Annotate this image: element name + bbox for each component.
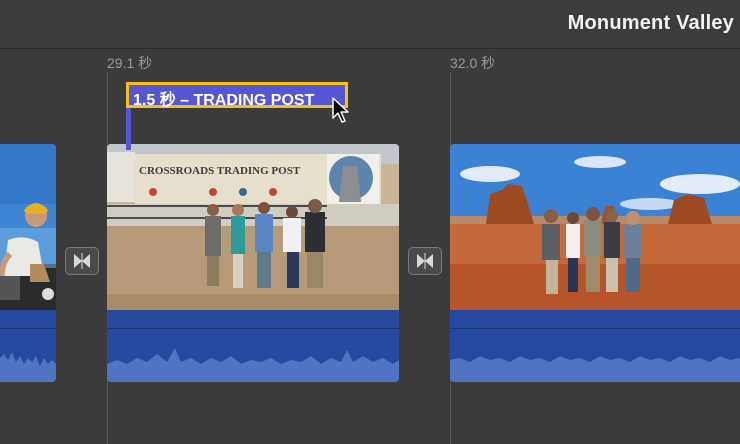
audio-waveform <box>107 310 399 382</box>
title-clip[interactable]: 1.5 秒 – TRADING POST <box>126 82 348 109</box>
sign-text: CROSSROADS TRADING POST <box>139 165 301 177</box>
video-clip-left[interactable] <box>0 144 56 382</box>
time-marker: 29.1 秒 <box>107 55 153 71</box>
clip-thumbnail: CROSSROADS TRADING POST <box>107 144 399 310</box>
time-marker: 32.0 秒 <box>450 55 496 71</box>
clip-thumbnail <box>0 144 56 310</box>
video-clip-monument-valley[interactable] <box>450 144 740 382</box>
bowtie-transition-icon <box>417 253 433 269</box>
title-clip-label: 1.5 秒 – TRADING POST <box>133 92 315 109</box>
title-connection-line <box>126 108 131 150</box>
transition-button[interactable] <box>65 247 99 275</box>
clip-thumbnail <box>450 144 740 310</box>
bowtie-transition-icon <box>74 253 90 269</box>
transition-button[interactable] <box>408 247 442 275</box>
audio-waveform <box>450 310 740 382</box>
project-title: Monument Valley <box>567 12 734 34</box>
timeline-ruler: 29.1 秒 32.0 秒 <box>0 49 740 75</box>
arrow-cursor-icon <box>332 97 349 123</box>
toolbar: Monument Valley <box>0 0 740 49</box>
audio-waveform <box>0 310 56 382</box>
video-clip-trading-post[interactable]: CROSSROADS TRADING POST <box>107 144 399 382</box>
svg-text:CROSSROADS TRADING POST: CROSSROADS TRADING POST <box>139 165 301 177</box>
